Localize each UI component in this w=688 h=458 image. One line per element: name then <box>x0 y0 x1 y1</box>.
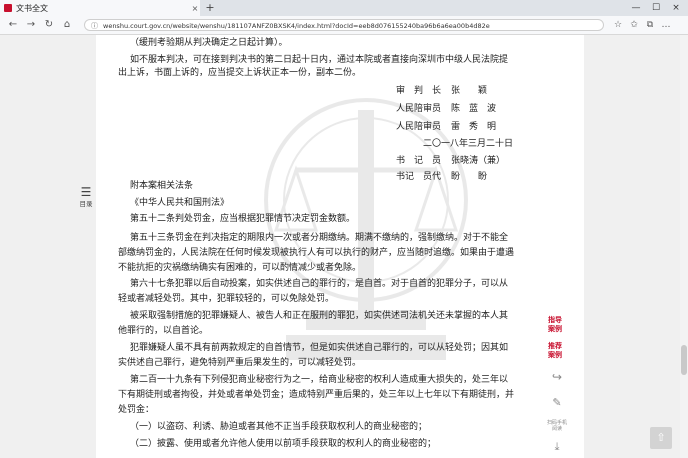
law-article: 犯罪嫌疑人虽不具有前两款规定的自首情节，但是如实供述自己罪行的，可以从轻处罚；因… <box>130 343 509 353</box>
more-menu-icon[interactable]: … <box>660 16 672 34</box>
note-pencil-icon[interactable]: ✎ <box>547 396 567 409</box>
judgment-line: 出上诉，书面上诉的，应当提交上诉状正本一份，副本二份。 <box>118 68 362 78</box>
minimize-button[interactable]: — <box>626 0 646 16</box>
juror-name: 陈 蓝 波 <box>451 104 497 114</box>
share-icon[interactable]: ↪ <box>547 370 567 384</box>
home-icon[interactable]: ⌂ <box>60 16 74 34</box>
guide-case-link[interactable]: 指导案例 <box>548 316 568 334</box>
browser-tab[interactable]: 文书全文 × <box>0 0 200 16</box>
law-article: 他罪行的，以自首论。 <box>118 326 209 336</box>
law-article: 轻或者减轻处罚。其中，犯罪较轻的，可以免除处罚。 <box>118 294 335 304</box>
law-article: 下有期徒刑或者拘役，并处或者单处罚金；造成特别严重后果的，处三年以上七年以下有期… <box>118 390 515 400</box>
tab-title: 文书全文 <box>16 3 48 13</box>
court-emblem-watermark <box>264 98 468 360</box>
browser-tab-bar: 文书全文 × + — ☐ × <box>0 0 688 16</box>
url-input[interactable]: ⓘ wenshu.court.gov.cn/website/wenshu/181… <box>84 19 604 31</box>
law-article: 处罚金： <box>118 405 155 415</box>
law-article: （二）披露、使用或者允许他人使用以前项手段获取的权利人的商业秘密的； <box>130 439 437 449</box>
new-tab-button[interactable]: + <box>204 0 216 16</box>
window-close-button[interactable]: × <box>666 0 686 16</box>
clerk-name: 张晓涛（兼） <box>451 156 506 166</box>
back-to-top-icon[interactable]: ⇧ <box>650 427 672 449</box>
juror-role: 人民陪审员 <box>396 104 442 114</box>
law-article: （一）以盗窃、利诱、胁迫或者其他不正当手段获取权利人的商业秘密的； <box>130 422 428 432</box>
scrollbar-thumb[interactable] <box>681 345 687 375</box>
address-bar: ← → ↻ ⌂ ⓘ wenshu.court.gov.cn/website/we… <box>0 16 688 35</box>
extensions-icon[interactable]: ⧉ <box>644 16 656 34</box>
law-article: 第二百一十九条有下列侵犯商业秘密行为之一，给商业秘密的权利人造成重大损失的，处三… <box>130 375 509 385</box>
toc-label: 目录 <box>79 200 93 208</box>
collections-icon[interactable]: ✩ <box>628 16 640 34</box>
judgment-line: 如不服本判决，可在接到判决书的第二日起十日内，通过本院或者直接向深圳市中级人民法… <box>130 55 509 65</box>
tab-close-icon[interactable]: × <box>190 4 200 13</box>
judgment-date: 二〇一八年三月二十日 <box>423 139 514 149</box>
court-favicon-icon <box>4 4 12 12</box>
mobile-read-label[interactable]: 扫码手机阅读 <box>547 420 567 432</box>
law-article: 实供述自己罪行，避免特别严重后果发生的，可以减轻处罚。 <box>118 358 362 368</box>
toc-button[interactable]: ☰ 目录 <box>76 186 96 208</box>
back-arrow-icon[interactable]: ← <box>6 16 20 34</box>
juror-role: 人民陪审员 <box>396 122 442 132</box>
judgment-line: （缓刑考验期从判决确定之日起计算）。 <box>130 38 288 48</box>
clerk-role: 书记 员代 <box>396 172 442 182</box>
info-icon: ⓘ <box>91 22 98 30</box>
juror-name: 雷 秀 明 <box>451 122 497 132</box>
refresh-icon[interactable]: ↻ <box>42 16 56 34</box>
url-text: wenshu.court.gov.cn/website/wenshu/18110… <box>103 22 490 30</box>
law-article: 第五十二条判处罚金，应当根据犯罪情节决定罚金数额。 <box>130 214 356 224</box>
clerk-name: 盼 盼 <box>451 172 488 182</box>
law-article: 不能抗拒的灾祸缴纳确实有困难的，可以酌情减少或者免除。 <box>118 263 362 273</box>
forward-arrow-icon[interactable]: → <box>24 16 38 34</box>
law-article: 第六十七条犯罪以后自动投案，如实供述自己的罪行的，是自首。对于自首的犯罪分子，可… <box>130 279 509 289</box>
page-scrollbar[interactable] <box>680 35 688 458</box>
law-article: 第五十三条罚金在判决指定的期限内一次或者分期缴纳。期满不缴纳的，强制缴纳。对于不… <box>130 233 509 243</box>
law-title: 《中华人民共和国刑法》 <box>130 198 230 208</box>
judge-role: 审 判 长 <box>396 86 442 96</box>
list-icon: ☰ <box>80 185 92 199</box>
favorite-star-icon[interactable]: ☆ <box>612 16 624 34</box>
maximize-button[interactable]: ☐ <box>646 0 666 16</box>
clerk-role: 书 记 员 <box>396 156 442 166</box>
recommend-case-link[interactable]: 推荐案例 <box>548 342 568 360</box>
document-page: （缓刑考验期从判决确定之日起计算）。 如不服本判决，可在接到判决书的第二日起十日… <box>96 35 584 458</box>
law-article: 部缴纳罚金的，人民法院在任何时候发现被执行人有可以执行的财产，应当随时追缴。如果… <box>118 248 515 258</box>
appendix-heading: 附本案相关法条 <box>130 181 194 191</box>
judge-name: 张 颖 <box>451 86 488 96</box>
law-article: 被采取强制措施的犯罪嫌疑人、被告人和正在服刑的罪犯，如实供述司法机关还未掌握的本… <box>130 311 509 321</box>
download-icon[interactable]: ⤓ <box>547 440 567 454</box>
